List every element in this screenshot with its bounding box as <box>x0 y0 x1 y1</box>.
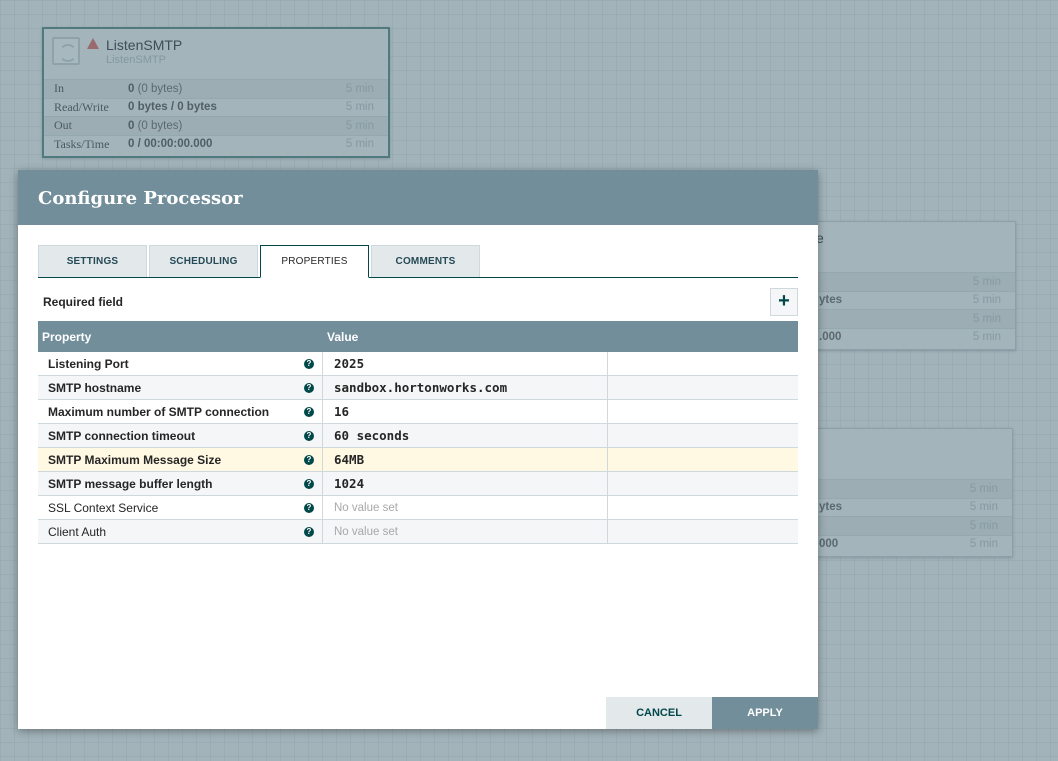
add-property-button[interactable]: + <box>770 288 798 316</box>
stats-label: Read/Write <box>54 99 109 114</box>
processor-stats: In 0 (0 bytes) 5 min Read/Write 0 bytes … <box>44 79 388 153</box>
dialog-tabs: SETTINGS SCHEDULING PROPERTIES COMMENTS <box>38 245 798 278</box>
processor-header: ListenSMTP ListenSMTP <box>44 29 388 79</box>
property-value[interactable]: 1024 <box>323 472 608 495</box>
property-actions <box>608 448 798 471</box>
stats-label: Out <box>54 118 72 133</box>
property-name: SMTP connection timeout? <box>38 424 323 447</box>
property-actions <box>608 376 798 399</box>
table-row[interactable]: Listening Port? 2025 <box>38 352 798 376</box>
property-value[interactable]: No value set <box>323 496 608 519</box>
table-row[interactable]: SMTP message buffer length? 1024 <box>38 472 798 496</box>
table-row[interactable]: Client Auth? No value set <box>38 520 798 544</box>
help-icon[interactable]: ? <box>304 431 314 441</box>
stats-time: 5 min <box>345 82 374 95</box>
processor-listensmtp[interactable]: ListenSMTP ListenSMTP In 0 (0 bytes) 5 m… <box>42 27 390 158</box>
table-row[interactable]: Maximum number of SMTP connection? 16 <box>38 400 798 424</box>
property-value[interactable]: No value set <box>323 520 608 543</box>
stats-row-read-write: Read/Write 0 bytes / 0 bytes 5 min <box>44 97 388 117</box>
stats-time: 5 min <box>345 119 374 132</box>
property-value[interactable]: 60 seconds <box>323 424 608 447</box>
help-icon[interactable]: ? <box>304 359 314 369</box>
property-name: SSL Context Service? <box>38 496 323 519</box>
plus-icon: + <box>778 290 790 312</box>
tab-scheduling[interactable]: SCHEDULING <box>149 245 258 277</box>
table-header: Property Value <box>38 321 798 352</box>
property-name: SMTP Maximum Message Size? <box>38 448 323 471</box>
help-icon[interactable]: ? <box>304 455 314 465</box>
property-value[interactable]: sandbox.hortonworks.com <box>323 376 608 399</box>
stats-time: 5 min <box>345 138 374 151</box>
help-icon[interactable]: ? <box>304 503 314 513</box>
configure-processor-dialog: Configure Processor SETTINGS SCHEDULING … <box>18 170 818 729</box>
property-name: Client Auth? <box>38 520 323 543</box>
tab-properties[interactable]: PROPERTIES <box>260 245 369 278</box>
help-icon[interactable]: ? <box>304 479 314 489</box>
stats-row-in: In 0 (0 bytes) 5 min <box>44 79 388 98</box>
stats-value: 0 / 00:00:00.000 <box>128 138 213 151</box>
stats-row-tasks-time: Tasks/Time 0 / 00:00:00.000 5 min <box>44 134 388 154</box>
processor-icon <box>52 37 80 65</box>
property-name: Listening Port? <box>38 352 323 375</box>
dialog-title: Configure Processor <box>18 170 818 225</box>
apply-button[interactable]: APPLY <box>712 697 818 729</box>
property-actions <box>608 496 798 519</box>
table-row[interactable]: SMTP Maximum Message Size? 64MB <box>38 448 798 472</box>
property-actions <box>608 472 798 495</box>
processor-type: ListenSMTP <box>106 54 166 66</box>
help-icon[interactable]: ? <box>304 527 314 537</box>
property-name: SMTP hostname? <box>38 376 323 399</box>
column-header-property: Property <box>42 329 92 344</box>
processor-name: ListenSMTP <box>106 37 183 53</box>
table-row[interactable]: SMTP hostname? sandbox.hortonworks.com <box>38 376 798 400</box>
table-row[interactable]: SMTP connection timeout? 60 seconds <box>38 424 798 448</box>
help-icon[interactable]: ? <box>304 383 314 393</box>
property-value[interactable]: 16 <box>323 400 608 423</box>
tab-comments[interactable]: COMMENTS <box>371 245 480 277</box>
help-icon[interactable]: ? <box>304 407 314 417</box>
column-header-value: Value <box>327 329 359 344</box>
stats-value: 0 (0 bytes) <box>128 82 183 95</box>
property-actions <box>608 520 798 543</box>
stats-label: In <box>54 81 64 96</box>
required-field-label: Required field <box>43 295 124 309</box>
stats-time: 5 min <box>345 101 374 114</box>
properties-table: Property Value Listening Port? 2025 SMTP… <box>38 321 798 544</box>
stats-label: Tasks/Time <box>54 136 110 151</box>
cancel-button[interactable]: CANCEL <box>606 697 712 729</box>
property-actions <box>608 400 798 423</box>
property-name: Maximum number of SMTP connection? <box>38 400 323 423</box>
property-name: SMTP message buffer length? <box>38 472 323 495</box>
property-actions <box>608 352 798 375</box>
stats-row-out: Out 0 (0 bytes) 5 min <box>44 116 388 135</box>
stats-value: 0 (0 bytes) <box>128 119 183 132</box>
stats-value: 0 bytes / 0 bytes <box>128 101 217 114</box>
table-row[interactable]: SSL Context Service? No value set <box>38 496 798 520</box>
table-body: Listening Port? 2025 SMTP hostname? sand… <box>38 352 798 544</box>
warning-icon[interactable] <box>87 38 99 49</box>
property-actions <box>608 424 798 447</box>
tab-settings[interactable]: SETTINGS <box>38 245 147 277</box>
dialog-footer: CANCEL APPLY <box>606 697 818 729</box>
property-value[interactable]: 64MB <box>323 448 608 471</box>
property-value[interactable]: 2025 <box>323 352 608 375</box>
